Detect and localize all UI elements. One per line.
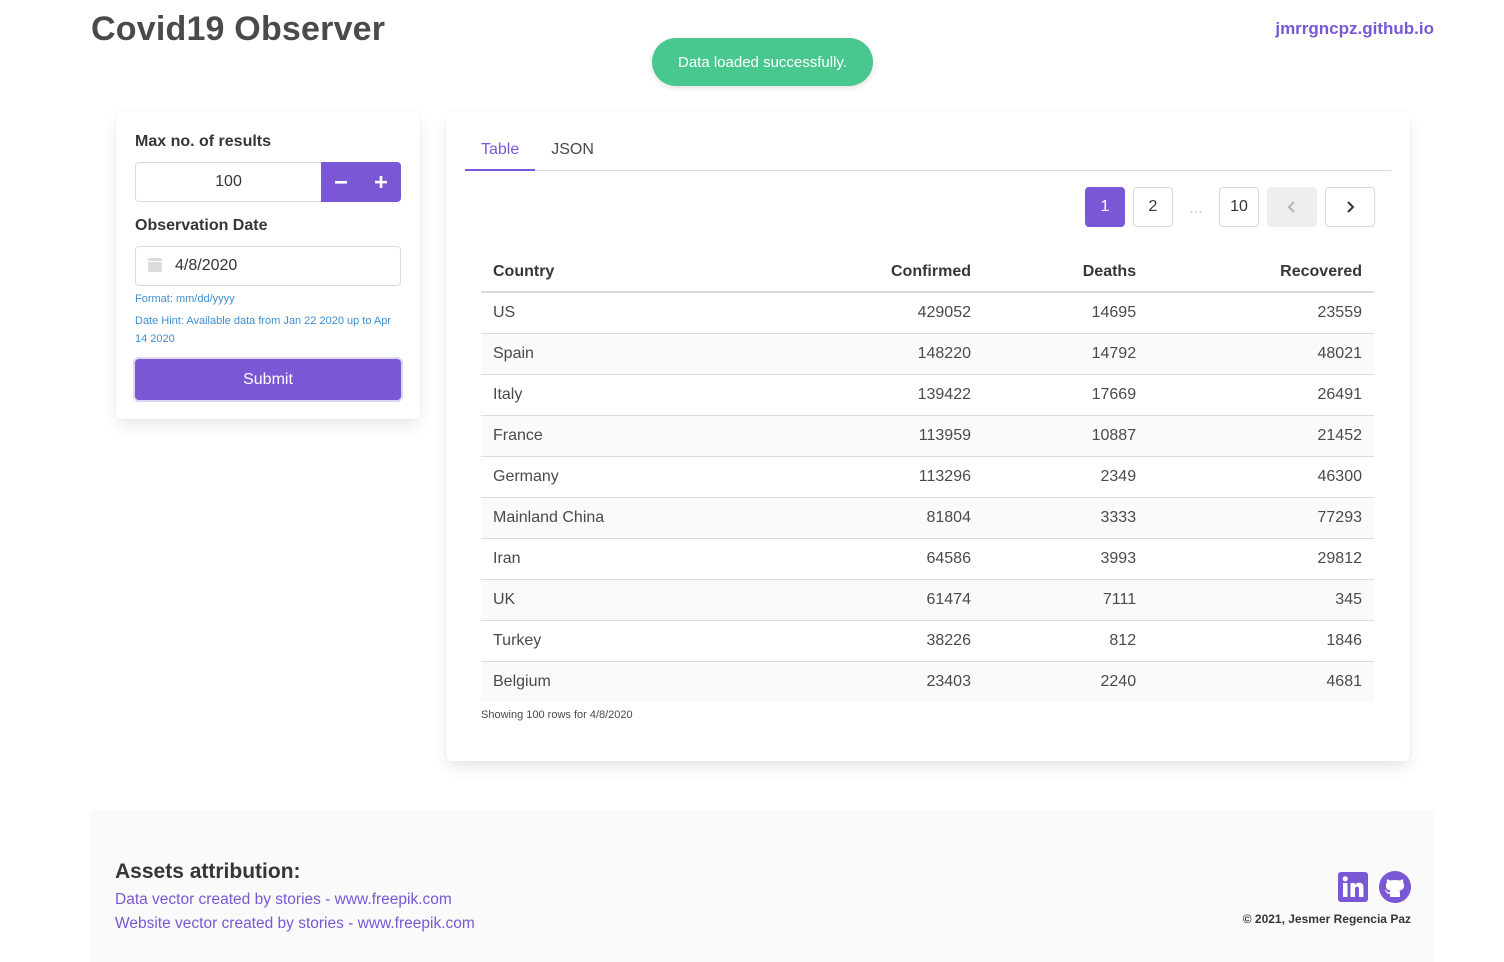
tab-json[interactable]: JSON <box>535 129 610 171</box>
cell-recovered: 1846 <box>1148 620 1374 662</box>
attribution-link-website[interactable]: Website vector created by stories - www.… <box>115 915 475 933</box>
cell-recovered: 77293 <box>1148 497 1374 539</box>
cell-country: Turkey <box>481 620 761 662</box>
cell-confirmed: 81804 <box>761 497 983 539</box>
attribution-title: Assets attribution: <box>115 860 301 883</box>
cell-recovered: 23559 <box>1148 292 1374 334</box>
table-row: Mainland China 81804 3333 77293 <box>481 497 1374 539</box>
table-row: Turkey 38226 812 1846 <box>481 620 1374 662</box>
results-table: Country Confirmed Deaths Recovered US 429… <box>481 252 1374 702</box>
page-button-2[interactable]: 2 <box>1133 187 1173 227</box>
table-row: France 113959 10887 21452 <box>481 415 1374 457</box>
table-row: Italy 139422 17669 26491 <box>481 374 1374 416</box>
cell-country: Germany <box>481 456 761 498</box>
tab-bar: Table JSON <box>465 129 1391 171</box>
cell-confirmed: 23403 <box>761 661 983 702</box>
cell-deaths: 812 <box>982 620 1149 662</box>
cell-confirmed: 38226 <box>761 620 983 662</box>
cell-confirmed: 139422 <box>761 374 983 416</box>
cell-confirmed: 148220 <box>761 333 983 375</box>
cell-recovered: 29812 <box>1148 538 1374 580</box>
cell-country: US <box>481 292 761 334</box>
calendar-icon <box>148 258 162 272</box>
footer: Assets attribution: Data vector created … <box>91 810 1435 962</box>
success-toast: Data loaded successfully. <box>652 38 873 86</box>
cell-deaths: 2240 <box>982 661 1149 702</box>
cell-recovered: 48021 <box>1148 333 1374 375</box>
cell-confirmed: 113959 <box>761 415 983 457</box>
attribution-link-data[interactable]: Data vector created by stories - www.fre… <box>115 891 452 909</box>
max-results-input[interactable]: 100 <box>135 162 321 202</box>
copyright-text: © 2021, Jesmer Regencia Paz <box>1242 912 1411 926</box>
cell-recovered: 26491 <box>1148 374 1374 416</box>
site-link[interactable]: jmrrgncpz.github.io <box>1275 19 1434 39</box>
table-row: US 429052 14695 23559 <box>481 292 1374 334</box>
next-page-button[interactable] <box>1325 187 1375 227</box>
github-icon[interactable] <box>1379 871 1411 903</box>
cell-deaths: 7111 <box>982 579 1149 621</box>
table-row: Belgium 23403 2240 4681 <box>481 661 1374 702</box>
cell-deaths: 2349 <box>982 456 1149 498</box>
linkedin-icon[interactable] <box>1338 872 1368 902</box>
cell-recovered: 46300 <box>1148 456 1374 498</box>
date-value: 4/8/2020 <box>175 257 238 274</box>
table-caption: Showing 100 rows for 4/8/2020 <box>481 709 633 721</box>
table-row: UK 61474 7111 345 <box>481 579 1374 621</box>
cell-deaths: 14695 <box>982 292 1149 334</box>
cell-deaths: 3993 <box>982 538 1149 580</box>
table-row: Iran 64586 3993 29812 <box>481 538 1374 580</box>
minus-icon <box>335 181 347 184</box>
increment-button[interactable] <box>361 162 401 202</box>
cell-country: France <box>481 415 761 457</box>
format-hint: Format: mm/dd/yyyy <box>135 293 235 305</box>
decrement-button[interactable] <box>321 162 361 202</box>
date-hint: Date Hint: Available data from Jan 22 20… <box>135 315 392 345</box>
cell-deaths: 14792 <box>982 333 1149 375</box>
cell-country: Mainland China <box>481 497 761 539</box>
cell-country: Iran <box>481 538 761 580</box>
max-results-label: Max no. of results <box>135 133 272 150</box>
cell-confirmed: 61474 <box>761 579 983 621</box>
cell-deaths: 17669 <box>982 374 1149 416</box>
chevron-right-icon <box>1347 201 1355 213</box>
page-ellipsis: … <box>1189 200 1203 216</box>
observation-date-input[interactable]: 4/8/2020 <box>135 246 401 286</box>
table-row: Germany 113296 2349 46300 <box>481 456 1374 498</box>
cell-recovered: 21452 <box>1148 415 1374 457</box>
results-card: Table JSON 1 2 … 10 Country Confirmed De… <box>446 111 1410 761</box>
observation-date-label: Observation Date <box>135 217 268 234</box>
cell-country: Belgium <box>481 661 761 702</box>
cell-confirmed: 64586 <box>761 538 983 580</box>
cell-confirmed: 429052 <box>761 292 983 334</box>
cell-confirmed: 113296 <box>761 456 983 498</box>
column-header-recovered[interactable]: Recovered <box>1148 252 1374 293</box>
cell-country: Spain <box>481 333 761 375</box>
app-title: Covid19 Observer <box>91 10 386 48</box>
column-header-confirmed[interactable]: Confirmed <box>761 252 983 293</box>
cell-recovered: 345 <box>1148 579 1374 621</box>
chevron-left-icon <box>1287 201 1295 213</box>
cell-recovered: 4681 <box>1148 661 1374 702</box>
table-row: Spain 148220 14792 48021 <box>481 333 1374 375</box>
table-header-row: Country Confirmed Deaths Recovered <box>481 252 1374 293</box>
filter-card: Max no. of results 100 Observation Date … <box>116 111 420 419</box>
page-button-10[interactable]: 10 <box>1219 187 1259 227</box>
page-button-1[interactable]: 1 <box>1085 187 1125 227</box>
cell-country: Italy <box>481 374 761 416</box>
column-header-deaths[interactable]: Deaths <box>982 252 1149 293</box>
tab-table[interactable]: Table <box>465 129 536 171</box>
cell-deaths: 10887 <box>982 415 1149 457</box>
cell-country: UK <box>481 579 761 621</box>
submit-button[interactable]: Submit <box>135 359 401 400</box>
previous-page-button[interactable] <box>1267 187 1317 227</box>
toast-message: Data loaded successfully. <box>678 53 847 71</box>
plus-icon <box>375 176 387 188</box>
cell-deaths: 3333 <box>982 497 1149 539</box>
column-header-country[interactable]: Country <box>481 252 761 293</box>
